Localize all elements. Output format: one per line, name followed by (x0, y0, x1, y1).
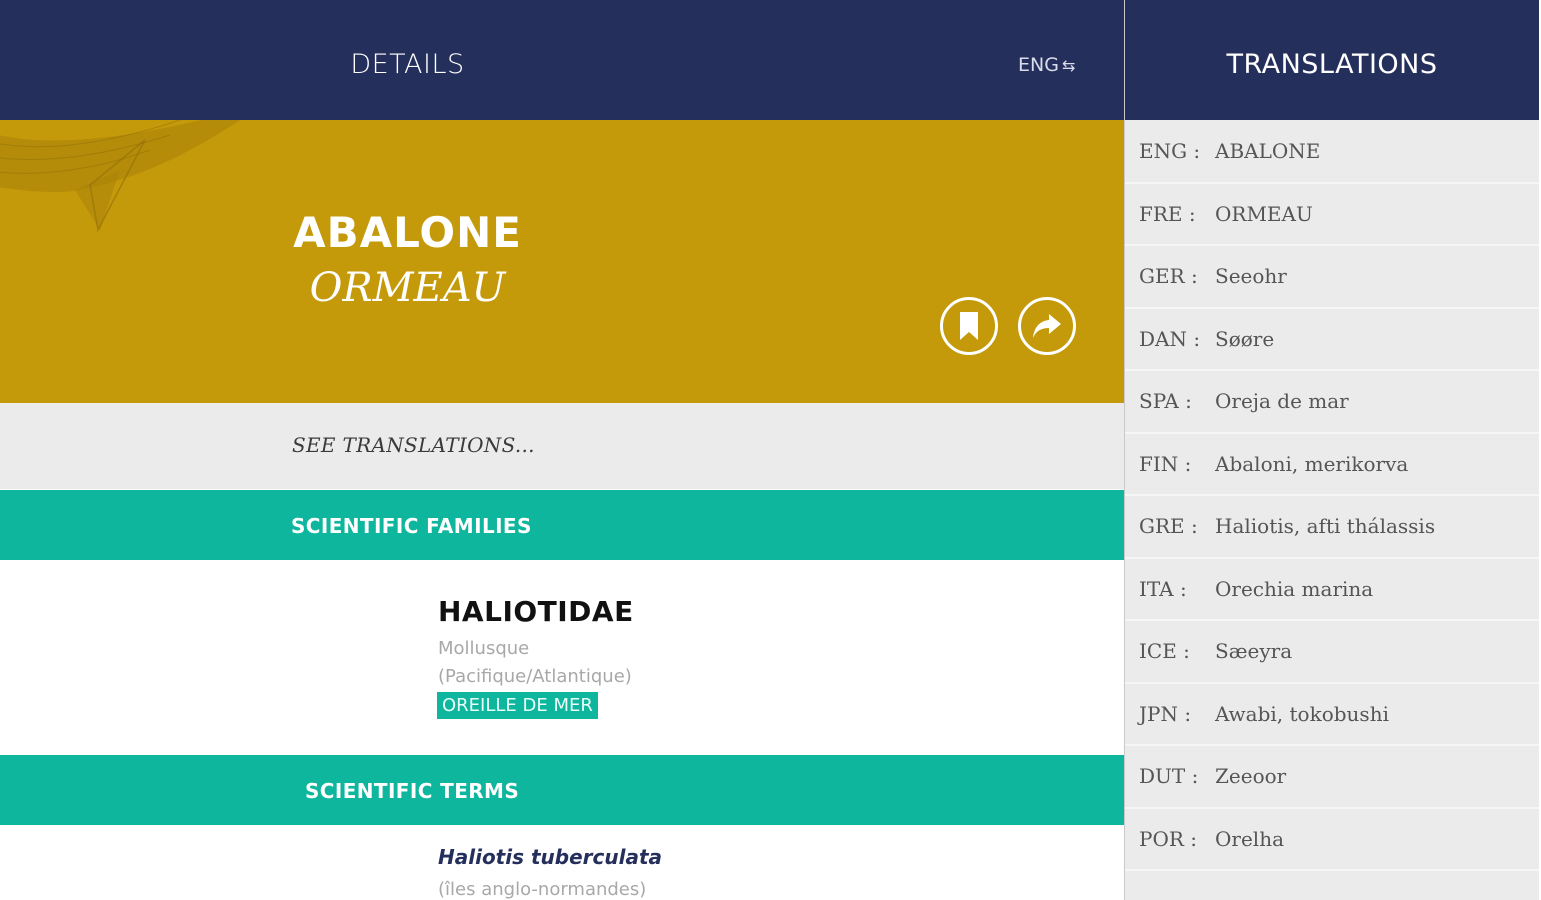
family-region: (Pacifique/Atlantique) (438, 666, 632, 687)
translation-row: ENG : ABALONE (1125, 121, 1539, 184)
translation-row: POR : Orelha (1125, 809, 1539, 871)
see-translations-label: SEE TRANSLATIONS... (292, 433, 535, 457)
translation-row: GRE : Haliotis, afti thálassis (1125, 496, 1539, 559)
translation-row: DAN : Søøre (1125, 309, 1539, 371)
scientific-term: Haliotis tuberculata (438, 845, 663, 869)
translation-value: Haliotis, afti thálassis (1215, 514, 1436, 538)
bookmark-button[interactable] (940, 297, 998, 355)
fish-illustration-icon (0, 120, 240, 233)
language-code: POR : (1139, 826, 1198, 851)
language-code: ENG : (1139, 139, 1201, 163)
translation-value: Søøre (1215, 326, 1275, 351)
language-code: FIN : (1139, 451, 1192, 476)
translation-value: Orelha (1215, 826, 1284, 851)
language-toggle[interactable]: ENG ⇆ (1018, 0, 1075, 120)
species-hero: ABALONE ORMEAU (0, 120, 1124, 403)
translation-value: Sæeyra (1215, 639, 1293, 663)
share-arrow-icon (1033, 314, 1061, 338)
translation-row: DUT : Zeeoor (1125, 746, 1539, 809)
translation-row: ICE : Sæeyra (1125, 621, 1539, 684)
family-tag[interactable]: OREILLE DE MER (437, 692, 598, 719)
translation-value: Zeeoor (1215, 764, 1287, 788)
see-translations-link[interactable]: SEE TRANSLATIONS... (0, 403, 1124, 489)
language-code: FRE : (1139, 201, 1196, 226)
details-header: DETAILS ENG ⇆ (0, 0, 1124, 120)
translation-value: ABALONE (1215, 139, 1321, 163)
translation-value: ORMEAU (1215, 201, 1313, 226)
translation-row: ITA : Orechia marina (1125, 559, 1539, 621)
translation-row: GER : Seeohr (1125, 246, 1539, 309)
language-code: SPA : (1139, 389, 1192, 413)
language-code: GER : (1139, 264, 1198, 288)
language-label: ENG (1018, 54, 1059, 76)
language-code: DUT : (1139, 764, 1199, 788)
translations-panel: TRANSLATIONS ENG : ABALONE FRE : ORMEAU … (1125, 0, 1539, 900)
translations-title: TRANSLATIONS (1125, 0, 1539, 120)
family-name: HALIOTIDAE (438, 595, 634, 628)
scientific-term-region: (îles anglo-normandes) (438, 879, 647, 900)
family-type: Mollusque (438, 638, 530, 659)
translation-value: Seeohr (1215, 264, 1287, 288)
translation-value: Orechia marina (1215, 576, 1374, 601)
bookmark-icon (960, 312, 978, 340)
language-code: ICE : (1139, 639, 1190, 663)
species-subname: ORMEAU (309, 265, 506, 311)
language-code: DAN : (1139, 326, 1201, 351)
translation-value: Abaloni, merikorva (1215, 451, 1409, 476)
translations-list: ENG : ABALONE FRE : ORMEAU GER : Seeohr … (1125, 121, 1539, 871)
scientific-families-label: SCIENTIFIC FAMILIES (291, 514, 532, 538)
translation-row: JPN : Awabi, tokobushi (1125, 684, 1539, 746)
language-code: ITA : (1139, 576, 1187, 601)
translation-value: Oreja de mar (1215, 389, 1349, 413)
details-panel: DETAILS ENG ⇆ ABALONE ORMEAU SEE TRANSLA… (0, 0, 1124, 900)
scientific-terms-label: SCIENTIFIC TERMS (305, 779, 520, 803)
translation-row: FIN : Abaloni, merikorva (1125, 434, 1539, 496)
details-title: DETAILS (350, 49, 465, 80)
language-code: JPN : (1139, 701, 1192, 726)
scientific-terms-heading: SCIENTIFIC TERMS (0, 755, 1124, 825)
scientific-families-heading: SCIENTIFIC FAMILIES (0, 490, 1124, 560)
share-button[interactable] (1018, 297, 1076, 355)
translation-value: Awabi, tokobushi (1215, 701, 1389, 726)
swap-arrows-icon: ⇆ (1061, 56, 1076, 75)
translation-row: SPA : Oreja de mar (1125, 371, 1539, 434)
translation-row: FRE : ORMEAU (1125, 184, 1539, 246)
language-code: GRE : (1139, 514, 1198, 538)
species-name: ABALONE (293, 208, 522, 257)
